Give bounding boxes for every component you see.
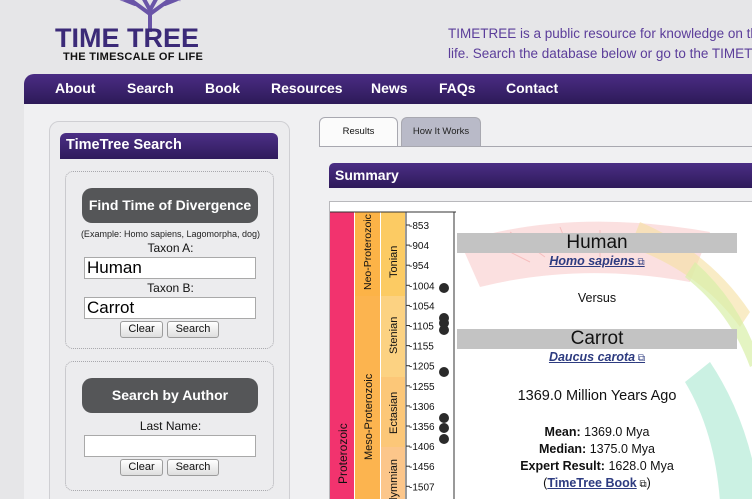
taxon-a-input[interactable] (84, 257, 256, 279)
find-divergence-button[interactable]: Find Time of Divergence (82, 188, 258, 223)
external-link-icon: ⧉ (635, 353, 646, 364)
timetree-book-link[interactable]: TimeTree Book (547, 476, 636, 490)
period-tonian-label: Tonian (388, 246, 400, 278)
last-name-label: Last Name: (139, 419, 202, 433)
node-dots (439, 283, 449, 444)
tick-label: -1004 (409, 281, 435, 292)
tick-label: -904 (409, 241, 429, 252)
tab-divider (319, 146, 752, 147)
expert-stat: Expert Result: 1628.0 Mya (457, 459, 737, 473)
median-label: Median: (538, 442, 587, 456)
time-axis-ticks: -853 -904 -954 -1004 -1054 -1105 -1155 -1205 -12… (406, 221, 435, 493)
tab-how-it-works[interactable]: How It Works (401, 117, 481, 147)
nav-about[interactable]: About (55, 80, 95, 96)
search-button[interactable]: Search (167, 321, 219, 338)
sidebar-title: TimeTree Search (60, 133, 278, 159)
tick-label: -1406 (409, 442, 435, 453)
tick-label: -1507 (409, 482, 435, 493)
node-dot (439, 423, 449, 433)
expert-label: Expert Result: (520, 459, 605, 473)
tick-label: -954 (409, 261, 429, 272)
tick-label: -1306 (409, 402, 435, 413)
tick-label: -1155 (409, 342, 434, 353)
taxon-b-scientific-link[interactable]: Daucus carota ⧉ (457, 350, 737, 364)
timetree-book-reference: (TimeTree Book ⧉) (543, 476, 651, 490)
mean-stat: Mean: 1369.0 Mya (457, 425, 737, 439)
taxon-a-scientific-link[interactable]: Homo sapiens ⧉ (457, 254, 737, 268)
taxon-b-scientific-text[interactable]: Daucus carota (549, 350, 635, 364)
period-stenian-label: Stenian (388, 317, 400, 354)
tick-label: -1255 (409, 382, 435, 393)
median-value: 1375.0 Mya (589, 442, 656, 456)
nav-contact[interactable]: Contact (506, 80, 558, 96)
nav-resources[interactable]: Resources (271, 80, 343, 96)
expert-value: 1628.0 Mya (608, 459, 674, 473)
node-dot (439, 325, 449, 335)
nav-faqs[interactable]: FAQs (439, 80, 476, 96)
nav-news[interactable]: News (371, 80, 408, 96)
taxon-a-scientific-text[interactable]: Homo sapiens (549, 254, 634, 268)
author-search-button[interactable]: Search (167, 459, 219, 476)
taxon-a-label: Taxon A: (147, 241, 194, 255)
node-dot (439, 283, 449, 293)
intro-line-2: life. Search the database below or go to… (448, 46, 752, 61)
tick-label: -1205 (409, 362, 435, 373)
search-by-author-button[interactable]: Search by Author (82, 378, 258, 413)
main-nav: About Search Book Resources News FAQs Co… (24, 74, 752, 104)
external-link-icon: ⧉ (636, 479, 647, 490)
taxon-b-label: Taxon B: (147, 281, 194, 295)
taxon-b-input[interactable] (84, 297, 256, 319)
logo-subtitle: THE TIMESCALE OF LIFE (63, 51, 204, 63)
median-stat: Median: 1375.0 Mya (457, 442, 737, 456)
summary-header: Summary (329, 163, 752, 188)
logo-title: TIME TREE (55, 23, 200, 53)
search-sidebar: TimeTree Search Find Time of Divergence … (49, 121, 290, 499)
mean-label: Mean: (544, 425, 581, 439)
nav-search[interactable]: Search (127, 80, 174, 96)
author-clear-button[interactable]: Clear (120, 459, 163, 476)
mean-value: 1369.0 Mya (584, 425, 650, 439)
tab-results[interactable]: Results (319, 117, 398, 147)
intro-line-1: TIMETREE is a public resource for knowle… (448, 26, 752, 41)
intro-text: TIMETREE is a public resource for knowle… (448, 24, 752, 64)
external-link-icon: ⧉ (634, 257, 645, 268)
era-neo-label: Neo-Proterozoic (362, 214, 374, 290)
example-text: (Example: Homo sapiens, Lagomorpha, dog) (80, 229, 261, 239)
node-dot (439, 413, 449, 423)
divergence-time: 1369.0 Million Years Ago (517, 388, 677, 404)
tick-label: -1054 (409, 301, 435, 312)
nav-book[interactable]: Book (205, 80, 240, 96)
eon-label: Proterozoic (336, 423, 350, 484)
taxon-a-common-name: Human (457, 233, 737, 253)
versus-text: Versus (577, 291, 617, 305)
logo[interactable]: TIME TREE THE TIMESCALE OF LIFE (55, 0, 235, 70)
author-search-box: Search by Author Last Name: Clear Search (65, 361, 274, 491)
taxon-b-common-name: Carrot (457, 329, 737, 349)
period-ectasian-label: Ectasian (388, 392, 400, 434)
divergence-search-box: Find Time of Divergence (Example: Homo s… (65, 171, 274, 349)
tick-label: -1105 (409, 322, 434, 333)
period-calymmian-label: Calymmian (388, 459, 400, 499)
era-meso-label: Meso-Proterozoic (363, 373, 375, 460)
tick-label: -1356 (409, 422, 435, 433)
tick-label: -853 (409, 221, 429, 232)
last-name-input[interactable] (84, 435, 256, 457)
tick-label: -1456 (409, 462, 435, 473)
result-panel: -853 -904 -954 -1004 -1054 -1105 -1155 -1205 -12… (329, 201, 752, 499)
node-dot (439, 434, 449, 444)
geologic-timescale: -853 -904 -954 -1004 -1054 -1105 -1155 -1205 -12… (330, 211, 456, 499)
node-dot (439, 367, 449, 377)
clear-button[interactable]: Clear (120, 321, 163, 338)
